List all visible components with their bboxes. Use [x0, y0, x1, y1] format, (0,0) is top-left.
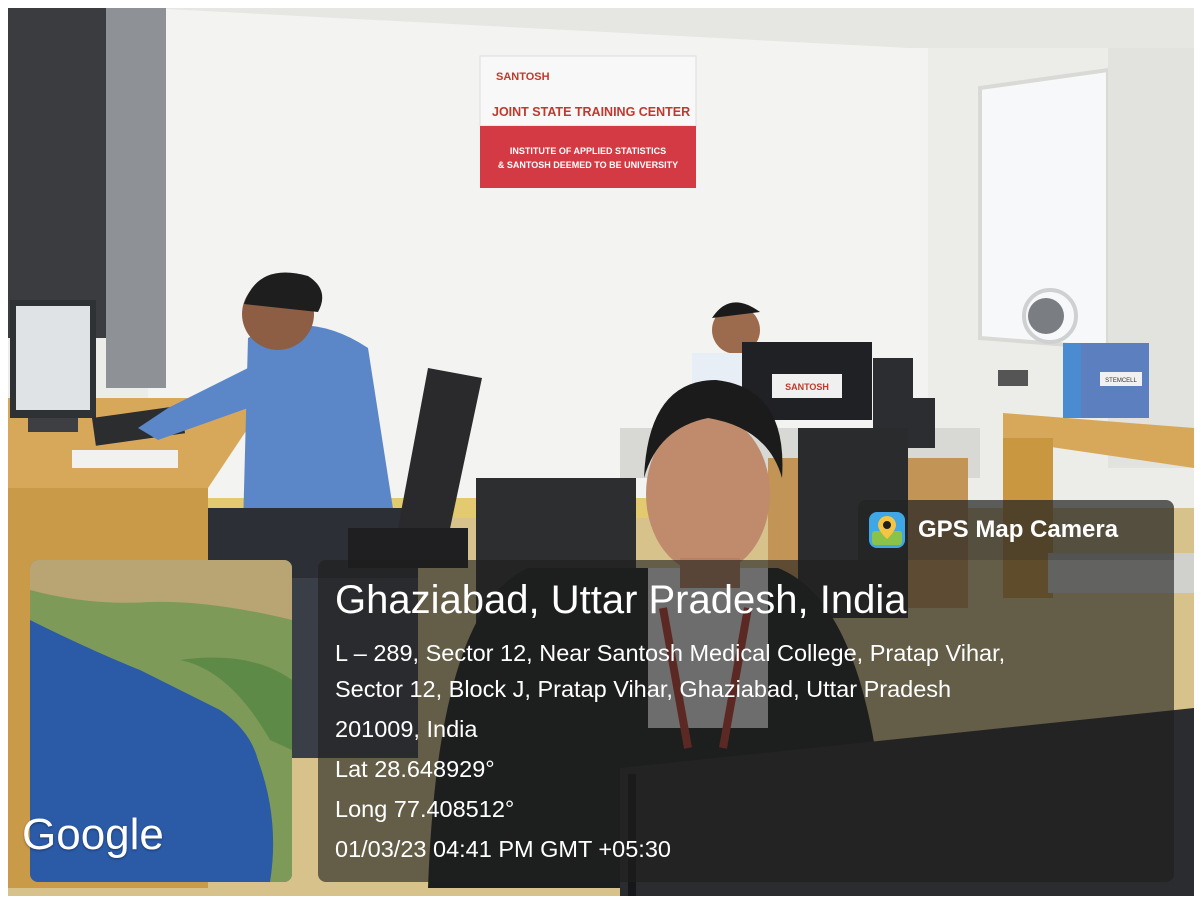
address-line-2: Sector 12, Block J, Pratap Vihar, Ghazia… — [335, 676, 952, 702]
longitude: Long 77.408512° — [335, 796, 515, 822]
sign-heading: JOINT STATE TRAINING CENTER — [492, 105, 690, 119]
address-line-3: 201009, India — [335, 716, 478, 742]
binder-label: STEMCELL — [1105, 378, 1137, 384]
location-title: Ghaziabad, Uttar Pradesh, India — [335, 578, 907, 622]
gps-app-name: GPS Map Camera — [918, 516, 1119, 543]
latitude: Lat 28.648929° — [335, 756, 495, 782]
gps-map-camera-icon — [869, 512, 905, 548]
sign-brand: SANTOSH — [496, 71, 550, 83]
google-logo: Google — [22, 810, 164, 859]
gps-app-tag: GPS Map Camera — [858, 500, 1174, 560]
timestamp: 01/03/23 04:41 PM GMT +05:30 — [335, 836, 671, 862]
wall-sign: SANTOSH JOINT STATE TRAINING CENTER INST… — [479, 55, 697, 188]
sign-line1: INSTITUTE OF APPLIED STATISTICS — [510, 146, 666, 156]
address-line-1: L – 289, Sector 12, Near Santosh Medical… — [335, 640, 1006, 666]
sign-line2: & SANTOSH DEEMED TO BE UNIVERSITY — [498, 160, 678, 170]
monitor-sticker: SANTOSH — [785, 382, 829, 392]
